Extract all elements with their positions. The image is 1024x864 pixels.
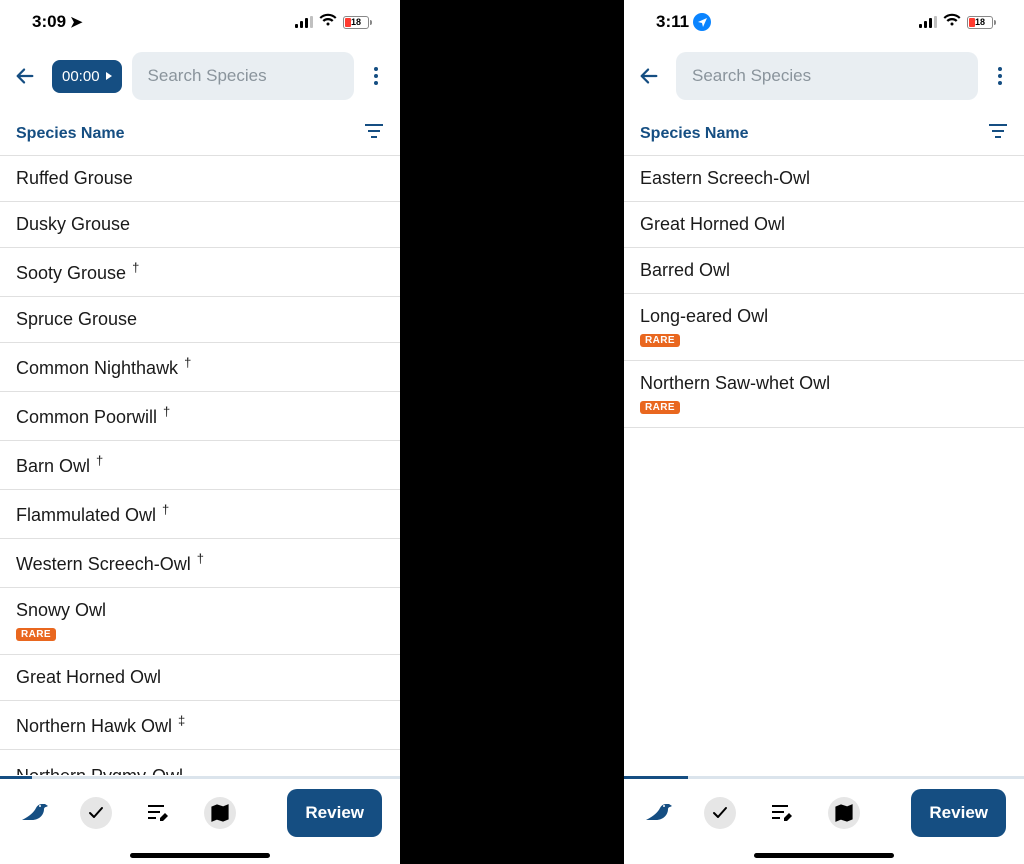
status-time: 3:09 (32, 12, 66, 32)
sort-label: Species Name (640, 125, 749, 143)
battery-icon: 18 (343, 16, 372, 29)
back-button[interactable] (8, 59, 42, 93)
search-input[interactable]: Search Species (676, 52, 978, 100)
review-button[interactable]: Review (287, 789, 382, 837)
review-button[interactable]: Review (911, 789, 1006, 837)
list-item[interactable]: Snowy Owl RARE (0, 588, 400, 655)
list-item[interactable]: Eastern Screech-Owl (624, 156, 1024, 202)
bird-icon[interactable] (18, 797, 50, 829)
species-name: Western Screech-Owl (16, 554, 191, 574)
play-icon (106, 72, 112, 80)
phone-right: 3:11 18 Search Species (624, 0, 1024, 864)
species-name: Great Horned Owl (640, 214, 785, 234)
phone-left: 3:09 ➤ 18 00:00 Search Sp (0, 0, 400, 864)
overflow-menu-button[interactable] (364, 61, 388, 91)
location-icon (693, 13, 711, 31)
search-placeholder: Search Species (148, 66, 267, 86)
species-list[interactable]: Eastern Screech-Owl Great Horned Owl Barre… (624, 156, 1024, 864)
map-icon[interactable] (828, 797, 860, 829)
filter-icon[interactable] (988, 122, 1008, 145)
list-item[interactable]: Great Horned Owl (0, 655, 400, 701)
list-item[interactable]: Flammulated Owl † (0, 490, 400, 539)
list-item[interactable]: Northern Hawk Owl ‡ (0, 701, 400, 750)
gap (400, 0, 624, 864)
species-name: Sooty Grouse (16, 263, 126, 283)
species-name: Dusky Grouse (16, 214, 130, 234)
battery-icon: 18 (967, 16, 996, 29)
species-name: Northern Hawk Owl (16, 716, 172, 736)
note-mark: † (132, 260, 139, 275)
list-item[interactable]: Barred Owl (624, 248, 1024, 294)
list-edit-icon[interactable] (142, 797, 174, 829)
home-indicator (130, 853, 270, 858)
cellular-icon (919, 16, 937, 28)
search-placeholder: Search Species (692, 66, 811, 86)
map-icon[interactable] (204, 797, 236, 829)
timer-pill[interactable]: 00:00 (52, 60, 122, 93)
species-name: Eastern Screech-Owl (640, 168, 810, 188)
species-name: Ruffed Grouse (16, 168, 133, 188)
check-icon[interactable] (80, 797, 112, 829)
list-item[interactable]: Western Screech-Owl † (0, 539, 400, 588)
species-name: Spruce Grouse (16, 309, 137, 329)
list-item[interactable]: Great Horned Owl (624, 202, 1024, 248)
progress-track (0, 776, 400, 779)
species-name: Common Nighthawk (16, 358, 178, 378)
list-item[interactable]: Dusky Grouse (0, 202, 400, 248)
progress-fill (0, 776, 32, 779)
list-item[interactable]: Long-eared Owl RARE (624, 294, 1024, 361)
progress-fill (624, 776, 688, 779)
check-icon[interactable] (704, 797, 736, 829)
list-item[interactable]: Barn Owl † (0, 441, 400, 490)
sort-header[interactable]: Species Name (0, 112, 400, 156)
overflow-menu-button[interactable] (988, 61, 1012, 91)
species-name: Flammulated Owl (16, 505, 156, 525)
species-name: Barred Owl (640, 260, 730, 280)
rare-badge: RARE (640, 334, 680, 347)
note-mark: † (184, 355, 191, 370)
rare-badge: RARE (16, 628, 56, 641)
wifi-icon (943, 13, 961, 32)
list-item[interactable]: Common Poorwill † (0, 392, 400, 441)
note-mark: † (197, 551, 204, 566)
bottom-bar: Review (0, 775, 400, 864)
location-icon: ➤ (70, 13, 83, 31)
wifi-icon (319, 13, 337, 32)
species-name: Common Poorwill (16, 407, 157, 427)
bottom-bar: Review (624, 775, 1024, 864)
timer-label: 00:00 (62, 68, 100, 85)
species-name: Northern Saw-whet Owl (640, 373, 830, 393)
home-indicator (754, 853, 894, 858)
note-mark: † (163, 404, 170, 419)
species-name: Long-eared Owl (640, 306, 768, 326)
sort-label: Species Name (16, 125, 125, 143)
status-bar: 3:11 18 (624, 0, 1024, 44)
list-item[interactable]: Spruce Grouse (0, 297, 400, 343)
back-button[interactable] (632, 59, 666, 93)
sort-header[interactable]: Species Name (624, 112, 1024, 156)
note-mark: † (162, 502, 169, 517)
species-list[interactable]: Ruffed Grouse Dusky Grouse Sooty Grouse † Sp… (0, 156, 400, 864)
toolbar: Search Species (624, 44, 1024, 112)
species-name: Barn Owl (16, 456, 90, 476)
species-name: Snowy Owl (16, 600, 106, 620)
cellular-icon (295, 16, 313, 28)
note-mark: ‡ (178, 713, 185, 728)
note-mark: † (96, 453, 103, 468)
list-edit-icon[interactable] (766, 797, 798, 829)
search-input[interactable]: Search Species (132, 52, 354, 100)
list-item[interactable]: Sooty Grouse † (0, 248, 400, 297)
list-item[interactable]: Northern Saw-whet Owl RARE (624, 361, 1024, 428)
rare-badge: RARE (640, 401, 680, 414)
filter-icon[interactable] (364, 122, 384, 145)
list-item[interactable]: Common Nighthawk † (0, 343, 400, 392)
status-bar: 3:09 ➤ 18 (0, 0, 400, 44)
species-name: Great Horned Owl (16, 667, 161, 687)
progress-track (624, 776, 1024, 779)
bird-icon[interactable] (642, 797, 674, 829)
list-item[interactable]: Ruffed Grouse (0, 156, 400, 202)
status-time: 3:11 (656, 12, 689, 32)
toolbar: 00:00 Search Species (0, 44, 400, 112)
